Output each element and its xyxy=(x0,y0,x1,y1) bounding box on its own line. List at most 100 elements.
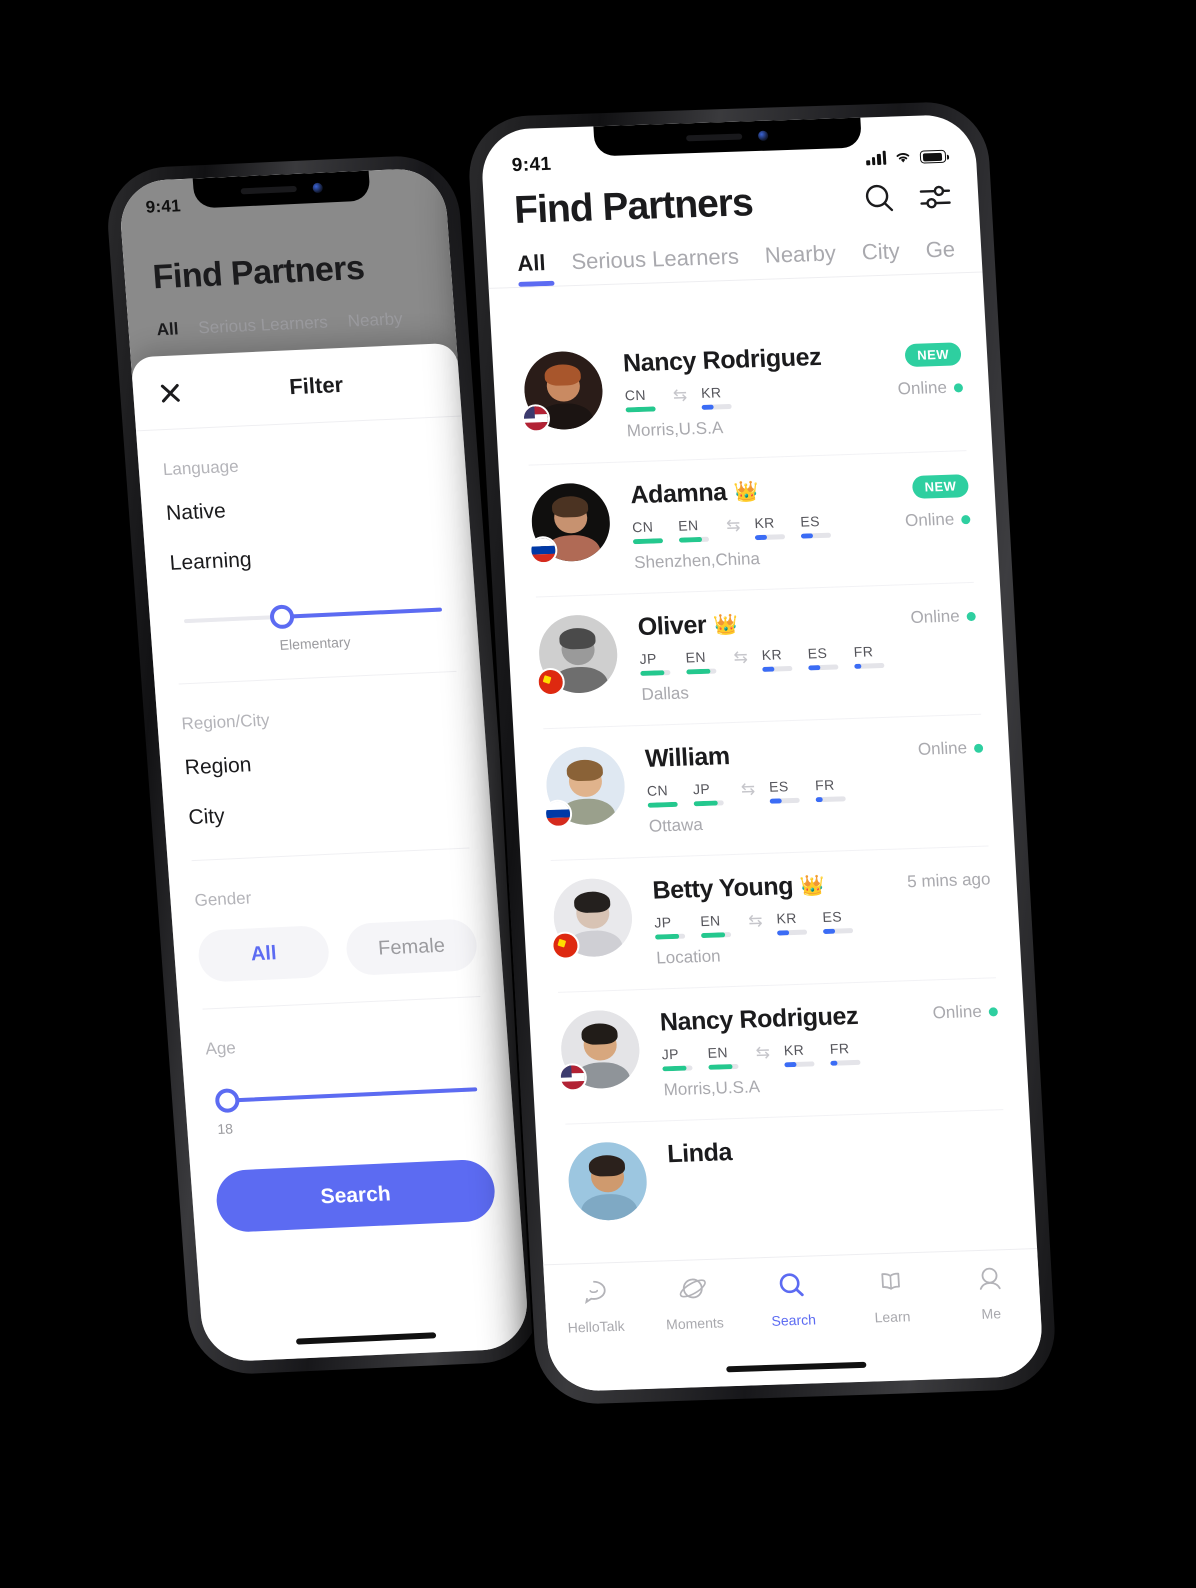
exchange-arrows-icon: ⇆ xyxy=(733,647,749,667)
slider-knob[interactable] xyxy=(269,604,295,630)
partner-row[interactable]: William CN JP ⇆ ES FR Ottawa Online xyxy=(513,713,1014,861)
avatar[interactable] xyxy=(558,1009,642,1092)
language-chip: JP xyxy=(654,914,689,940)
language-chip: JP xyxy=(639,650,674,677)
partner-name: Nancy Rodriguez xyxy=(622,342,822,378)
language-chip: JP xyxy=(692,780,727,807)
search-icon[interactable] xyxy=(861,181,897,216)
language-pair: CN JP ⇆ ES FR xyxy=(646,775,881,808)
tab-city[interactable]: City xyxy=(861,238,901,275)
right-phone-mockup: 9:41 Find Partners All Serious Learners … xyxy=(466,100,1058,1406)
language-chip: KR xyxy=(701,384,736,410)
tab-all[interactable]: All xyxy=(156,319,179,340)
partner-list[interactable]: Nancy Rodriguez CN ⇆ KR Morris,U.S.A NEW Onlin… xyxy=(491,317,1037,1264)
crown-icon: 👑 xyxy=(712,613,739,637)
search-button[interactable]: Search xyxy=(214,1158,497,1234)
avatar[interactable] xyxy=(528,482,612,565)
online-status: Online xyxy=(932,1001,999,1023)
language-pair: CN ⇆ KR xyxy=(624,380,859,413)
age-slider[interactable] xyxy=(214,1077,478,1114)
gender-chip-all[interactable]: All xyxy=(196,924,331,983)
partner-row[interactable]: Oliver 👑 JP EN ⇆ KR ES FR Dallas Online xyxy=(506,581,1007,729)
language-code: EN xyxy=(677,517,699,534)
language-chip: KR xyxy=(761,646,796,672)
partner-name: William xyxy=(644,742,731,773)
language-level-bar xyxy=(854,662,885,669)
language-level-bar xyxy=(625,406,656,413)
language-chip: CN xyxy=(632,518,667,545)
avatar[interactable] xyxy=(521,350,605,433)
language-pair: CN EN ⇆ KR ES xyxy=(632,511,867,545)
exchange-arrows-icon: ⇆ xyxy=(747,911,764,931)
partner-row[interactable]: Linda xyxy=(535,1108,1035,1242)
tabbar-item-learn[interactable]: Learn xyxy=(840,1266,942,1326)
tabbar-item-me[interactable]: Me xyxy=(939,1263,1041,1323)
native-languages: CN EN xyxy=(632,517,713,545)
slider-knob[interactable] xyxy=(214,1088,240,1114)
avatar[interactable] xyxy=(566,1141,649,1222)
language-level-bar xyxy=(769,797,801,804)
filter-sliders-icon[interactable] xyxy=(917,180,953,215)
language-code: ES xyxy=(799,513,821,530)
language-code: KR xyxy=(776,909,798,927)
language-level-bar xyxy=(830,1059,861,1066)
partner-location: Shenzhen,China xyxy=(633,549,761,573)
partner-name: Adamna 👑 xyxy=(629,478,759,510)
language-level-bar xyxy=(808,664,839,671)
tab-gender[interactable]: Ge xyxy=(925,236,956,273)
online-status: Online xyxy=(917,738,984,760)
partner-name: Nancy Rodriguez xyxy=(659,1001,859,1037)
partner-row[interactable]: Betty Young 👑 JP EN ⇆ KR ES Location 5 mins ago xyxy=(521,845,1022,993)
left-phone-screen: 9:41 Find Partners All Serious Learners … xyxy=(117,167,531,1363)
language-pair: JP EN ⇆ KR FR xyxy=(661,1039,896,1072)
tabbar-item-moments[interactable]: Moments xyxy=(643,1273,745,1333)
filter-section-gender: Gender All Female xyxy=(170,877,505,1010)
crown-icon: 👑 xyxy=(799,874,826,898)
tab-serious-learners[interactable]: Serious Learners xyxy=(571,244,741,286)
tab-nearby[interactable]: Nearby xyxy=(764,240,837,278)
partner-status-area: Online xyxy=(893,997,999,1024)
tabbar-label: HelloTalk xyxy=(567,1317,625,1336)
native-languages: JP EN xyxy=(639,648,720,677)
partner-location: Ottawa xyxy=(648,815,704,836)
partner-name: Betty Young 👑 xyxy=(651,872,826,905)
country-flag-icon xyxy=(550,931,581,961)
language-code: KR xyxy=(783,1041,805,1059)
language-level-slider[interactable] xyxy=(183,598,443,634)
language-chip: EN xyxy=(678,517,713,543)
partner-info: Oliver 👑 JP EN ⇆ KR ES FR Dallas xyxy=(615,605,885,705)
partner-status-area xyxy=(900,1129,1004,1136)
gender-chip-female[interactable]: Female xyxy=(344,918,479,977)
language-level-bar xyxy=(823,928,854,935)
tabbar-label: Search xyxy=(771,1311,817,1329)
avatar-image xyxy=(566,1141,649,1222)
tab-all[interactable]: All xyxy=(517,250,547,287)
language-level-bar xyxy=(632,538,664,545)
language-level-bar xyxy=(755,534,786,541)
partner-row[interactable]: Nancy Rodriguez CN ⇆ KR Morris,U.S.A NEW Onlin… xyxy=(491,317,992,465)
language-chip: CN xyxy=(624,386,659,413)
tabbar-item-hellotalk[interactable]: HelloTalk xyxy=(544,1276,646,1336)
language-code: FR xyxy=(853,643,874,660)
language-chip: KR xyxy=(754,514,789,541)
section-caption-gender: Gender xyxy=(193,888,252,910)
status-time: 9:41 xyxy=(511,153,553,177)
partner-status-area: NEW Online xyxy=(864,470,971,532)
tabbar-item-search[interactable]: Search xyxy=(742,1270,844,1330)
language-chip: ES xyxy=(800,513,835,539)
avatar[interactable] xyxy=(550,877,635,961)
front-camera-icon xyxy=(312,182,324,194)
front-camera-icon xyxy=(758,130,769,141)
language-level-bar xyxy=(701,403,732,410)
partner-row[interactable]: Adamna 👑 CN EN ⇆ KR ES Shenzhen,China NEW Online xyxy=(499,449,1000,597)
online-status: 5 mins ago xyxy=(906,869,991,892)
battery-icon xyxy=(919,149,947,164)
divider xyxy=(202,996,481,1010)
language-code: EN xyxy=(707,1044,729,1061)
tab-nearby[interactable]: Nearby xyxy=(347,309,403,331)
avatar[interactable] xyxy=(543,745,627,829)
avatar[interactable] xyxy=(535,613,620,697)
partner-row[interactable]: Nancy Rodriguez JP EN ⇆ KR FR Morris,U.S.A Onli… xyxy=(528,976,1029,1124)
speaker-icon xyxy=(686,133,743,142)
online-status: Online xyxy=(905,509,971,531)
